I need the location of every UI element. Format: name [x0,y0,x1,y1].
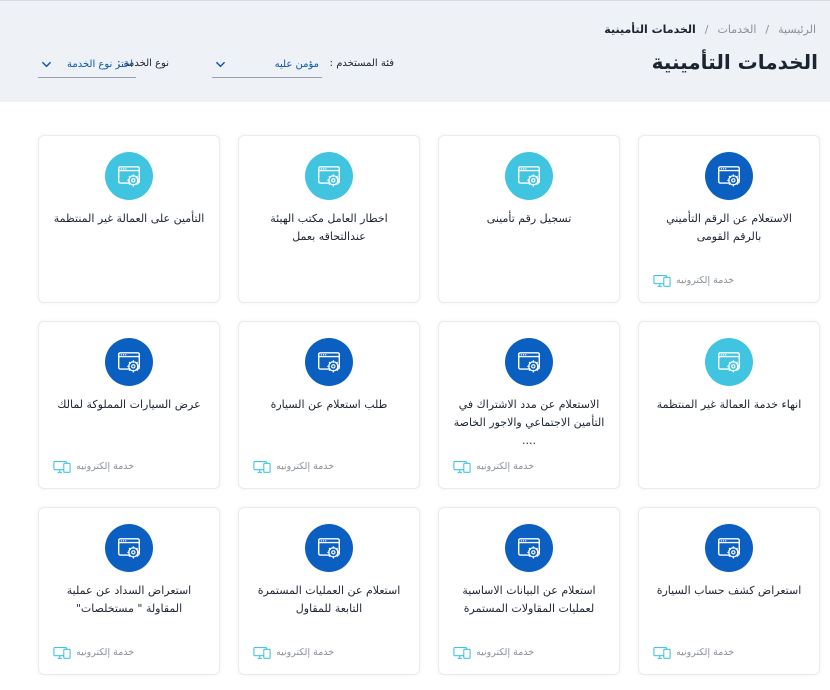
service-card-10[interactable]: استعلام عن البيانات الاساسية لعمليات الم… [438,507,620,675]
browser-gear-icon [305,152,353,200]
breadcrumb-home[interactable]: الرئيسية [778,23,816,36]
monitor-icon [253,647,271,659]
service-card-title: تسجيل رقم تأمينى [486,212,572,225]
service-card-9[interactable]: استعراض كشف حساب السيارة خدمة إلكترونيه [638,507,820,675]
electronic-service-label: خدمة إلكترونيه [476,647,535,658]
electronic-service-label: خدمة إلكترونيه [276,647,335,658]
service-card-11[interactable]: استعلام عن العمليات المستمرة التابعة للم… [238,507,420,675]
electronic-service-label: خدمة إلكترونيه [76,461,135,472]
chevron-down-icon [216,61,225,67]
browser-gear-icon [105,152,153,200]
service-card-3[interactable]: اخطار العامل مكتب الهيئة عندالتحاقه بعمل [238,135,420,303]
service-card-title: استعراض السداد عن عملية المقاولة " مستخل… [66,584,192,615]
services-grid: الاستعلام عن الرقم التأميني بالرقم القوم… [38,135,820,675]
service-type-value: اختر نوع الخدمة [66,58,133,70]
user-category-label: فئة المستخدم : [329,58,394,69]
electronic-service-badge: خدمة إلكترونيه [453,645,534,660]
page-title: الخدمات التأمينية [651,50,818,74]
electronic-service-label: خدمة إلكترونيه [476,461,535,472]
electronic-service-badge: خدمة إلكترونيه [453,459,534,474]
service-card-title: الاستعلام عن الرقم التأميني بالرقم القوم… [666,212,792,243]
breadcrumb-services[interactable]: الخدمات [718,23,757,36]
browser-gear-icon [105,524,153,572]
electronic-service-label: خدمة إلكترونيه [676,275,735,286]
browser-gear-icon [505,152,553,200]
electronic-service-badge: خدمة إلكترونيه [653,645,734,660]
electronic-service-label: خدمة إلكترونيه [76,647,135,658]
monitor-icon [53,647,71,659]
browser-gear-icon [505,524,553,572]
service-card-title: استعراض كشف حساب السيارة [656,584,802,597]
monitor-icon [453,461,471,473]
service-card-title: التأمين على العمالة غير المنتظمة [53,212,205,225]
monitor-icon [453,647,471,659]
electronic-service-label: خدمة إلكترونيه [676,647,735,658]
browser-gear-icon [105,338,153,386]
service-card-8[interactable]: عرض السيارات المملوكة لمالك خدمة إلكترون… [38,321,220,489]
monitor-icon [53,461,71,473]
electronic-service-badge: خدمة إلكترونيه [53,645,134,660]
user-category-select[interactable]: مؤمن عليه [212,51,322,78]
service-card-title: انهاء خدمة العمالة غير المنتظمة [656,398,802,411]
breadcrumb-separator: / [704,23,709,36]
browser-gear-icon [305,338,353,386]
breadcrumb-current: الخدمات التأمينية [604,23,696,36]
chevron-down-icon [42,61,51,67]
electronic-service-badge: خدمة إلكترونيه [653,273,734,288]
service-card-4[interactable]: التأمين على العمالة غير المنتظمة [38,135,220,303]
service-card-12[interactable]: استعراض السداد عن عملية المقاولة " مستخل… [38,507,220,675]
service-card-title: اخطار العامل مكتب الهيئة عندالتحاقه بعمل [270,212,388,243]
electronic-service-badge: خدمة إلكترونيه [253,459,334,474]
page-header: الرئيسية / الخدمات / الخدمات التأمينية ا… [0,0,830,102]
browser-gear-icon [505,338,553,386]
service-card-7[interactable]: طلب استعلام عن السيارة خدمة إلكترونيه [238,321,420,489]
electronic-service-label: خدمة إلكترونيه [276,461,335,472]
browser-gear-icon [705,338,753,386]
monitor-icon [653,647,671,659]
service-card-title: عرض السيارات المملوكة لمالك [57,398,201,411]
monitor-icon [253,461,271,473]
service-card-title: استعلام عن البيانات الاساسية لعمليات الم… [462,584,596,615]
service-card-5[interactable]: انهاء خدمة العمالة غير المنتظمة [638,321,820,489]
breadcrumb-separator: / [765,23,770,36]
electronic-service-badge: خدمة إلكترونيه [253,645,334,660]
browser-gear-icon [705,524,753,572]
browser-gear-icon [705,152,753,200]
service-card-2[interactable]: تسجيل رقم تأمينى [438,135,620,303]
service-card-title: استعلام عن العمليات المستمرة التابعة للم… [257,584,401,615]
monitor-icon [653,275,671,287]
electronic-service-badge: خدمة إلكترونيه [53,459,134,474]
user-category-value: مؤمن عليه [274,58,319,70]
service-card-title: الاستعلام عن مدد الاشتراك في التأمين الا… [453,398,605,447]
service-card-6[interactable]: الاستعلام عن مدد الاشتراك في التأمين الا… [438,321,620,489]
breadcrumb: الرئيسية / الخدمات / الخدمات التأمينية [604,23,816,36]
service-card-title: طلب استعلام عن السيارة [270,398,388,411]
service-type-select[interactable]: اختر نوع الخدمة [38,51,136,78]
browser-gear-icon [305,524,353,572]
service-card-1[interactable]: الاستعلام عن الرقم التأميني بالرقم القوم… [638,135,820,303]
